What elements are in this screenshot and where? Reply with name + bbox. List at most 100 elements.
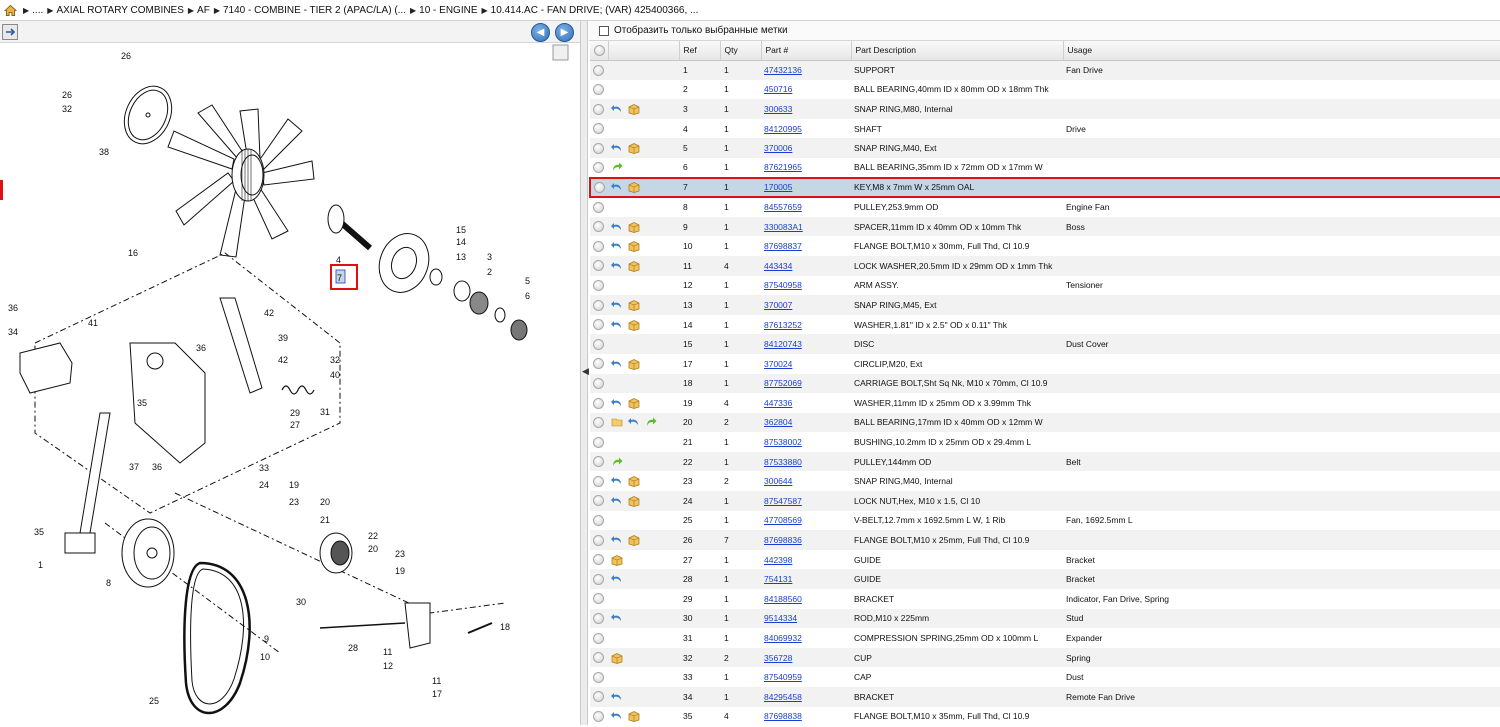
part-number-link[interactable]: 170005: [764, 182, 792, 192]
table-row[interactable]: 31 1 84069932 COMPRESSION SPRING,25mm OD x …: [590, 628, 1500, 648]
callout-20[interactable]: 20: [320, 497, 330, 507]
callout-2[interactable]: 2: [487, 267, 492, 277]
callout-23[interactable]: 23: [395, 549, 405, 559]
part-number-link[interactable]: 84120995: [764, 124, 802, 134]
table-row[interactable]: 26 7 87698836 FLANGE BOLT,M10 x 25mm, Full …: [590, 530, 1500, 550]
box-icon[interactable]: [628, 103, 640, 115]
row-select-icon[interactable]: [593, 319, 604, 331]
callout-6[interactable]: 6: [525, 291, 530, 301]
table-row[interactable]: 24 1 87547587 LOCK NUT,Hex, M10 x 1.5, Cl 1…: [590, 491, 1500, 511]
table-row[interactable]: 34 1 84295458 BRACKET Remote Fan Drive: [590, 687, 1500, 707]
callout-11[interactable]: 11: [432, 676, 441, 686]
callout-42[interactable]: 42: [278, 355, 288, 365]
table-row[interactable]: 14 1 87613252 WASHER,1.81" ID x 2.5" OD x 0…: [590, 315, 1500, 335]
callout-36[interactable]: 36: [8, 303, 18, 313]
callout-19[interactable]: 19: [289, 480, 299, 490]
row-select-icon[interactable]: [593, 671, 604, 683]
table-row[interactable]: 18 1 87752069 CARRIAGE BOLT,Sht Sq Nk, M10 …: [590, 373, 1500, 394]
table-row[interactable]: 4 1 84120995 SHAFT Drive: [590, 119, 1500, 139]
part-number-link[interactable]: 87538002: [764, 437, 802, 447]
callout-7[interactable]: 7: [337, 273, 342, 283]
row-select-icon[interactable]: [593, 593, 604, 605]
box-icon[interactable]: [628, 358, 640, 370]
table-row[interactable]: 1 1 47432136 SUPPORT Fan Drive: [590, 60, 1500, 80]
return-icon[interactable]: [611, 358, 623, 370]
row-select-icon[interactable]: [593, 299, 604, 311]
callout-36[interactable]: 36: [152, 462, 162, 472]
box-icon[interactable]: [628, 710, 640, 723]
part-number-link[interactable]: 87752069: [764, 378, 802, 388]
callout-4[interactable]: 4: [336, 255, 341, 265]
table-row[interactable]: 35 4 87698838 FLANGE BOLT,M10 x 35mm, Full …: [590, 707, 1500, 727]
part-number-link[interactable]: 754131: [764, 574, 792, 584]
header-part-description[interactable]: Part Description: [851, 41, 1064, 61]
part-number-link[interactable]: 87540958: [764, 280, 802, 290]
table-row[interactable]: 19 4 447336 WASHER,11mm ID x 25mm OD x 3.99…: [590, 393, 1500, 413]
table-row[interactable]: 5 1 370006 SNAP RING,M40, Ext: [590, 138, 1500, 158]
part-number-link[interactable]: 84295458: [764, 692, 802, 702]
row-select-icon[interactable]: [593, 202, 604, 214]
part-number-link[interactable]: 370024: [764, 359, 792, 369]
callout-23[interactable]: 23: [289, 497, 299, 507]
part-number-link[interactable]: 330083A1: [764, 222, 803, 232]
return-icon[interactable]: [611, 397, 623, 409]
home-icon[interactable]: [4, 4, 17, 17]
return-icon[interactable]: [611, 495, 623, 507]
part-number-link[interactable]: 47432136: [764, 65, 802, 75]
select-all-icon[interactable]: [594, 44, 605, 56]
callout-24[interactable]: 24: [259, 480, 269, 490]
breadcrumb-item-axial-rotary[interactable]: ▶ AXIAL ROTARY COMBINES: [47, 5, 184, 16]
table-row[interactable]: 8 1 84557659 PULLEY,253.9mm OD Engine Fan: [590, 197, 1500, 217]
row-select-icon[interactable]: [593, 613, 604, 625]
box-icon[interactable]: [628, 240, 640, 253]
callout-12[interactable]: 12: [383, 661, 393, 671]
table-row[interactable]: 27 1 442398 GUIDE Bracket: [590, 550, 1500, 570]
collapse-panel-icon[interactable]: [2, 24, 18, 40]
row-select-icon[interactable]: [593, 534, 604, 546]
part-number-link[interactable]: 84120743: [764, 339, 802, 349]
callout-29[interactable]: 29: [290, 408, 300, 418]
row-select-icon[interactable]: [593, 632, 604, 644]
callout-36[interactable]: 36: [196, 343, 206, 353]
table-row[interactable]: 30 1 9514334 ROD,M10 x 225mm Stud: [590, 608, 1500, 629]
forward-icon[interactable]: [611, 456, 623, 468]
box-icon[interactable]: [611, 554, 623, 566]
table-row[interactable]: 28 1 754131 GUIDE Bracket: [590, 569, 1500, 590]
part-number-link[interactable]: 300644: [764, 476, 792, 486]
header-select-all[interactable]: [590, 41, 609, 61]
part-number-link[interactable]: 87698837: [764, 241, 802, 251]
row-select-icon[interactable]: [593, 417, 604, 429]
return-icon[interactable]: [611, 573, 623, 585]
table-row[interactable]: 20 2 362804 BALL BEARING,17mm ID x 40mm OD …: [590, 412, 1500, 433]
callout-16[interactable]: 16: [128, 248, 138, 258]
return-icon[interactable]: [611, 691, 623, 703]
part-number-link[interactable]: 442398: [764, 555, 792, 565]
callout-11[interactable]: 11: [383, 647, 392, 657]
fit-view-icon[interactable]: [552, 44, 569, 61]
callout-27[interactable]: 27: [290, 420, 300, 430]
part-number-link[interactable]: 87533880: [764, 457, 802, 467]
table-row[interactable]: 15 1 84120743 DISC Dust Cover: [590, 334, 1500, 354]
show-selected-checkbox[interactable]: [599, 25, 609, 36]
box-icon[interactable]: [628, 181, 640, 194]
row-select-icon[interactable]: [593, 260, 604, 272]
box-icon[interactable]: [628, 397, 640, 409]
callout-15[interactable]: 15: [456, 225, 466, 235]
part-number-link[interactable]: 447336: [764, 398, 792, 408]
table-row[interactable]: 25 1 47708569 V-BELT,12.7mm x 1692.5mm L W,…: [590, 511, 1500, 531]
forward-icon[interactable]: [611, 161, 623, 173]
part-number-link[interactable]: 87621965: [764, 162, 802, 172]
part-number-link[interactable]: 47708569: [764, 515, 802, 525]
part-number-link[interactable]: 84557659: [764, 202, 802, 212]
callout-35[interactable]: 35: [137, 398, 147, 408]
callout-13[interactable]: 13: [456, 252, 466, 262]
header-usage[interactable]: Usage: [1063, 41, 1500, 61]
part-number-link[interactable]: 87698836: [764, 535, 802, 545]
callout-33[interactable]: 33: [259, 463, 269, 473]
return-icon[interactable]: [611, 299, 623, 311]
part-number-link[interactable]: 87698838: [764, 711, 802, 721]
box-icon[interactable]: [628, 260, 640, 272]
callout-21[interactable]: 21: [320, 515, 330, 525]
callout-19[interactable]: 19: [395, 566, 405, 576]
box-icon[interactable]: [628, 495, 640, 507]
